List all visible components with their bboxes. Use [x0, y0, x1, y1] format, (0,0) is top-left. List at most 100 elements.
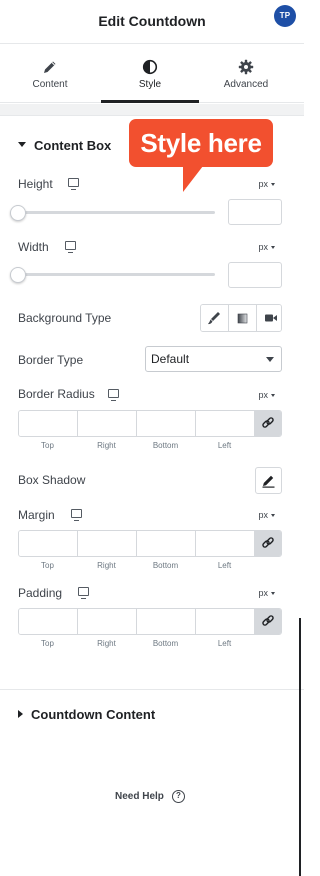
need-help-link[interactable]: Need Help: [115, 791, 164, 802]
panel-title: Edit Countdown: [98, 13, 206, 29]
section-countdown-content-title: Countdown Content: [31, 707, 156, 722]
height-input[interactable]: [228, 199, 282, 225]
height-slider-handle[interactable]: [10, 205, 26, 221]
margin-unit-label: px: [258, 510, 268, 520]
border-radius-left-input[interactable]: [196, 411, 255, 436]
link-values-button[interactable]: [255, 531, 281, 556]
side-label-bottom: Bottom: [152, 639, 179, 648]
caret-right-icon: [18, 709, 23, 718]
tab-style-label: Style: [138, 79, 162, 90]
responsive-desktop-icon[interactable]: [78, 587, 89, 599]
section-content-box-title: Content Box: [34, 138, 112, 153]
border-radius-bottom-input[interactable]: [137, 411, 196, 436]
responsive-desktop-icon[interactable]: [65, 241, 76, 253]
width-unit-select[interactable]: px: [258, 242, 275, 252]
margin-unit-select[interactable]: px: [258, 510, 275, 520]
width-slider[interactable]: [18, 273, 215, 276]
padding-label: Padding: [18, 586, 63, 600]
side-label-top: Top: [41, 639, 54, 648]
side-label-left: Left: [217, 639, 232, 648]
chevron-down-icon: [266, 357, 274, 362]
caret-down-icon: [18, 142, 26, 148]
callout-pointer: [183, 166, 203, 192]
section-countdown-content-header[interactable]: Countdown Content: [18, 707, 155, 722]
padding-left-input[interactable]: [196, 609, 255, 634]
side-label-left: Left: [217, 561, 232, 570]
box-shadow-label: Box Shadow: [18, 473, 86, 487]
classic-brush-icon: [208, 312, 220, 325]
chevron-down-icon: [271, 183, 275, 187]
chevron-down-icon: [271, 514, 275, 518]
gear-icon: [238, 59, 254, 75]
box-shadow-edit-button[interactable]: [255, 467, 282, 494]
width-input[interactable]: [228, 262, 282, 288]
pencil-icon: [44, 61, 56, 73]
tab-content[interactable]: Content: [0, 45, 100, 103]
border-radius-unit-label: px: [258, 390, 268, 400]
panel-tabs: Content Style Advanced: [0, 45, 304, 103]
contrast-icon: [142, 59, 158, 75]
background-type-choices: [200, 304, 282, 332]
border-type-select[interactable]: Default: [145, 346, 282, 372]
background-classic-button[interactable]: [201, 305, 229, 331]
help-question-icon[interactable]: ?: [172, 790, 185, 803]
margin-top-input[interactable]: [19, 531, 78, 556]
height-unit-select[interactable]: px: [258, 179, 275, 189]
video-icon: [265, 314, 277, 322]
section-content-box-header[interactable]: Content Box: [18, 138, 111, 153]
tab-content-label: Content: [32, 79, 68, 90]
panel-edge: [299, 618, 301, 876]
margin-side-labels: Top Right Bottom Left: [18, 561, 282, 573]
height-slider[interactable]: [18, 211, 215, 214]
section-separator: [0, 689, 304, 690]
width-slider-handle[interactable]: [10, 267, 26, 283]
padding-unit-select[interactable]: px: [258, 588, 275, 598]
border-radius-label: Border Radius: [18, 387, 95, 401]
background-type-label: Background Type: [18, 311, 112, 325]
link-icon: [262, 537, 274, 548]
side-label-top: Top: [41, 561, 54, 570]
side-label-right: Right: [97, 639, 116, 648]
border-radius-right-input[interactable]: [78, 411, 137, 436]
side-label-left: Left: [217, 441, 232, 450]
height-label: Height: [18, 177, 53, 191]
border-radius-top-input[interactable]: [19, 411, 78, 436]
padding-bottom-input[interactable]: [137, 609, 196, 634]
margin-bottom-input[interactable]: [137, 531, 196, 556]
margin-dimensions: [18, 530, 282, 557]
chevron-down-icon: [271, 246, 275, 250]
padding-side-labels: Top Right Bottom Left: [18, 639, 282, 651]
link-values-button[interactable]: [255, 609, 281, 634]
border-type-value: Default: [151, 352, 190, 366]
responsive-desktop-icon[interactable]: [108, 389, 119, 401]
tab-advanced[interactable]: Advanced: [196, 45, 296, 103]
width-unit-label: px: [258, 242, 268, 252]
padding-top-input[interactable]: [19, 609, 78, 634]
section-divider: [0, 104, 304, 116]
style-here-callout: Style here: [129, 119, 273, 167]
pencil-edit-icon: [262, 475, 275, 488]
side-label-bottom: Bottom: [152, 441, 179, 450]
chevron-down-icon: [271, 394, 275, 398]
side-label-bottom: Bottom: [152, 561, 179, 570]
border-radius-unit-select[interactable]: px: [258, 390, 275, 400]
margin-right-input[interactable]: [78, 531, 137, 556]
user-avatar[interactable]: TP: [274, 5, 296, 27]
link-values-button[interactable]: [255, 411, 281, 436]
border-radius-side-labels: Top Right Bottom Left: [18, 441, 282, 453]
responsive-desktop-icon[interactable]: [68, 178, 79, 190]
border-type-label: Border Type: [18, 353, 84, 367]
link-icon: [262, 417, 274, 428]
padding-dimensions: [18, 608, 282, 635]
background-gradient-button[interactable]: [229, 305, 257, 331]
padding-right-input[interactable]: [78, 609, 137, 634]
link-icon: [262, 615, 274, 626]
responsive-desktop-icon[interactable]: [71, 509, 82, 521]
side-label-right: Right: [97, 441, 116, 450]
chevron-down-icon: [271, 592, 275, 596]
side-label-right: Right: [97, 561, 116, 570]
background-video-button[interactable]: [257, 305, 281, 331]
height-unit-label: px: [258, 179, 268, 189]
margin-left-input[interactable]: [196, 531, 255, 556]
tab-style[interactable]: Style: [100, 45, 200, 103]
